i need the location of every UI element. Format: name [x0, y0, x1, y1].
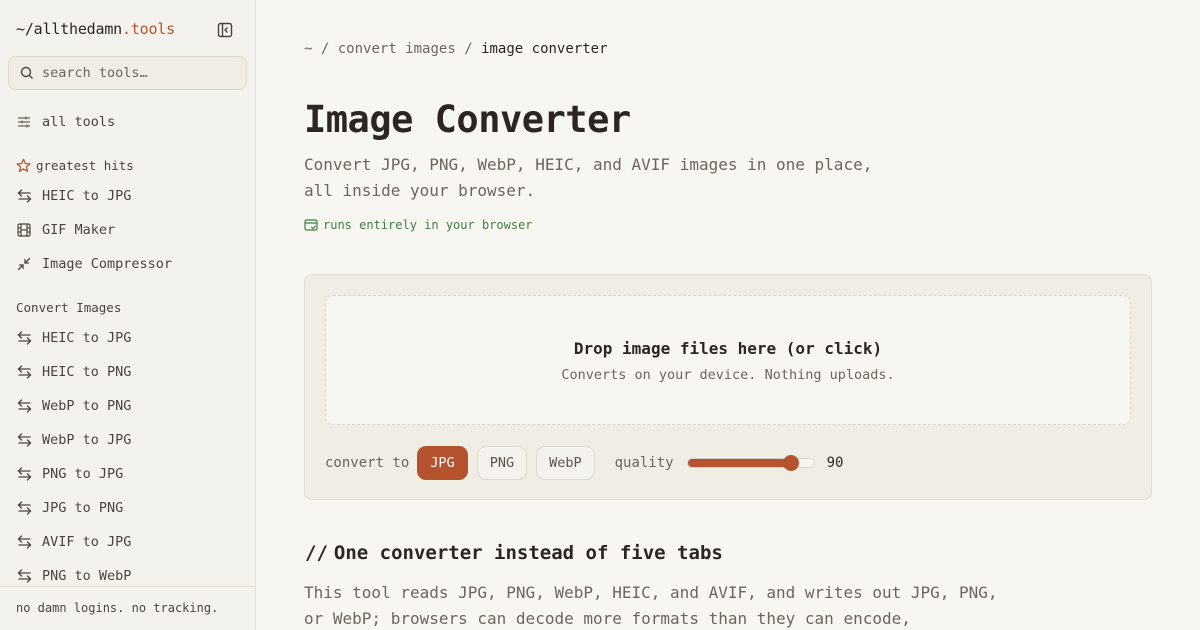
- sidebar-item-image-compressor[interactable]: Image Compressor: [16, 254, 172, 274]
- format-button-png[interactable]: PNG: [476, 445, 528, 480]
- sidebar-item-heic-to-jpg-2[interactable]: HEIC to JPG: [16, 328, 131, 348]
- quality-slider[interactable]: [686, 454, 815, 471]
- search-icon: [20, 66, 33, 79]
- sidebar-item-label: HEIC to JPG: [42, 188, 132, 204]
- sidebar-item-label: JPG to PNG: [42, 500, 124, 516]
- page-subtitle: Convert JPG, PNG, WebP, HEIC, and AVIF i…: [304, 155, 873, 200]
- quality-value: 90: [826, 454, 844, 471]
- page-title: Image Converter: [304, 98, 631, 141]
- sidebar-item-label: HEIC to JPG: [42, 330, 132, 346]
- sidebar-item-label: GIF Maker: [42, 222, 116, 238]
- breadcrumb-separator: /: [320, 41, 330, 57]
- sidebar-item-avif-to-jpg[interactable]: AVIF to JPG: [16, 532, 131, 552]
- arrows-swap-icon: [16, 534, 32, 550]
- arrows-swap-icon: [16, 398, 32, 414]
- brand-suffix: .tools: [121, 20, 175, 38]
- convert-to-label: convert to: [325, 454, 410, 471]
- breadcrumb-current: image converter: [481, 41, 608, 57]
- sidebar-item-heic-to-jpg[interactable]: HEIC to JPG: [16, 186, 131, 206]
- arrows-swap-icon: [16, 188, 32, 204]
- sidebar-item-png-to-webp[interactable]: PNG to WebP: [16, 566, 131, 586]
- quality-label: quality: [614, 454, 674, 471]
- compress-icon: [16, 256, 32, 272]
- sidebar-item-gif-maker[interactable]: GIF Maker: [16, 220, 115, 240]
- format-button-webp[interactable]: WebP: [536, 445, 595, 480]
- brand-prefix: ~/: [16, 20, 34, 38]
- breadcrumb-root[interactable]: ~: [304, 41, 312, 57]
- format-button-jpg[interactable]: JPG: [417, 445, 468, 480]
- conversion-controls: convert to JPG PNG WebP quality 90: [325, 445, 843, 480]
- brand-logo[interactable]: ~/allthedamn.tools: [16, 20, 175, 38]
- browser-check-icon: [304, 219, 318, 231]
- breadcrumb-separator: /: [464, 41, 473, 57]
- arrows-swap-icon: [16, 500, 32, 516]
- quality-slider-thumb[interactable]: [782, 454, 799, 471]
- badge-label: runs entirely in your browser: [323, 218, 533, 232]
- sidebar-item-all-tools[interactable]: all tools: [16, 112, 115, 132]
- brand-name: allthedamn: [33, 20, 123, 38]
- section-greatest-hits: greatest hits: [16, 158, 134, 173]
- sidebar-item-label: PNG to JPG: [42, 466, 124, 482]
- star-icon: [16, 158, 31, 173]
- sidebar-item-png-to-jpg[interactable]: PNG to JPG: [16, 464, 123, 484]
- runs-in-browser-badge: runs entirely in your browser: [304, 218, 533, 232]
- dropzone-subtitle: Converts on your device. Nothing uploads…: [561, 367, 895, 383]
- sidebar-item-label: WebP to PNG: [42, 398, 132, 414]
- file-dropzone[interactable]: Drop image files here (or click) Convert…: [325, 295, 1131, 425]
- search-box[interactable]: [8, 56, 247, 90]
- sidebar-footer: no damn logins. no tracking.: [0, 586, 255, 630]
- sidebar-item-jpg-to-png[interactable]: JPG to PNG: [16, 498, 123, 518]
- section-body: This tool reads JPG, PNG, WebP, HEIC, an…: [304, 583, 998, 628]
- arrows-swap-icon: [16, 432, 32, 448]
- heading-slashes: //: [305, 542, 328, 564]
- section-heading: //One converter instead of five tabs: [305, 542, 723, 564]
- arrows-swap-icon: [16, 466, 32, 482]
- section-label-text: Convert Images: [16, 300, 122, 315]
- sidebar-item-label: all tools: [42, 114, 116, 130]
- collapse-sidebar-icon[interactable]: [216, 21, 234, 39]
- heading-text: One converter instead of five tabs: [333, 542, 723, 564]
- sidebar-item-label: WebP to JPG: [42, 432, 132, 448]
- sidebar-item-webp-to-png[interactable]: WebP to PNG: [16, 396, 131, 416]
- sidebar-item-label: PNG to WebP: [42, 568, 132, 584]
- arrows-swap-icon: [16, 568, 32, 584]
- converter-panel: Drop image files here (or click) Convert…: [304, 274, 1152, 500]
- section-convert-images: Convert Images: [16, 300, 121, 315]
- sidebar-item-label: Image Compressor: [42, 256, 173, 272]
- sidebar-item-heic-to-png[interactable]: HEIC to PNG: [16, 362, 131, 382]
- dropzone-title: Drop image files here (or click): [573, 339, 883, 358]
- sidebar: ~/allthedamn.tools all tools greatest: [0, 0, 256, 630]
- breadcrumb: ~ / convert images / image converter: [304, 41, 608, 57]
- search-input[interactable]: [42, 65, 222, 81]
- sliders-icon: [16, 114, 32, 130]
- arrows-swap-icon: [16, 330, 32, 346]
- section-label-text: greatest hits: [36, 158, 134, 173]
- film-icon: [16, 222, 32, 238]
- quality-slider-fill: [687, 458, 791, 467]
- sidebar-item-webp-to-jpg[interactable]: WebP to JPG: [16, 430, 131, 450]
- arrows-swap-icon: [16, 364, 32, 380]
- sidebar-item-label: HEIC to PNG: [42, 364, 132, 380]
- sidebar-item-label: AVIF to JPG: [42, 534, 132, 550]
- breadcrumb-parent[interactable]: convert images: [338, 41, 456, 57]
